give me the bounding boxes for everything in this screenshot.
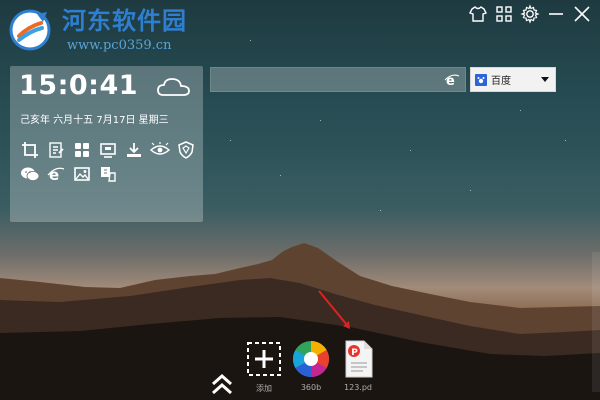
pdf-file-icon: P xyxy=(337,338,379,380)
ie-icon[interactable]: e xyxy=(46,164,66,184)
clock-widget: 15:0:41 己亥年 六月十五 7月17日 星期三 e xyxy=(10,66,203,222)
dropdown-arrow-icon xyxy=(541,77,549,82)
download-icon[interactable] xyxy=(124,140,144,160)
360-browser-icon xyxy=(290,338,332,380)
add-icon xyxy=(243,338,285,380)
dock-add-label: 添加 xyxy=(256,384,272,393)
eye-icon[interactable] xyxy=(150,140,170,160)
image-icon[interactable] xyxy=(72,164,92,184)
dock-pdf-file[interactable]: P 123.pd xyxy=(334,338,382,396)
dock-360-browser[interactable]: 360b xyxy=(287,338,335,396)
minimize-icon[interactable] xyxy=(546,4,566,24)
dock-add-button[interactable]: 添加 xyxy=(240,338,288,396)
tool-row-2: e xyxy=(20,164,118,184)
right-edge-scroll-area xyxy=(592,252,600,392)
ie-icon[interactable]: e xyxy=(444,72,460,88)
lunar-date-line: 己亥年 六月十五 7月17日 星期三 xyxy=(20,115,169,126)
notes-icon[interactable] xyxy=(46,140,66,160)
svg-text:P: P xyxy=(351,348,358,358)
gear-icon[interactable] xyxy=(520,4,540,24)
window-controls xyxy=(468,4,592,24)
search-engine-label: 百度 xyxy=(491,76,511,87)
tool-row-1 xyxy=(20,140,196,160)
wechat-icon[interactable] xyxy=(20,164,40,184)
clock-time: 15:0:41 xyxy=(19,70,139,101)
red-arrow-annotation xyxy=(318,290,350,329)
translate-icon[interactable] xyxy=(98,164,118,184)
double-chevron-up-icon[interactable] xyxy=(208,372,236,396)
baidu-icon xyxy=(475,73,487,86)
close-icon[interactable] xyxy=(572,4,592,24)
crop-icon[interactable] xyxy=(20,140,40,160)
shield-icon[interactable] xyxy=(176,140,196,160)
grid-icon[interactable] xyxy=(494,4,514,24)
screen-icon[interactable] xyxy=(98,140,118,160)
search-engine-select[interactable]: 百度 xyxy=(470,67,556,92)
logo-url: www.pc0359.cn xyxy=(67,37,172,53)
dock-pdf-label: 123.pd xyxy=(344,383,372,392)
dock-360-label: 360b xyxy=(300,383,322,392)
desktop-screen: 河东软件园 www.pc0359.cn 15:0:41 己亥年 六月十五 7月1… xyxy=(0,0,600,400)
search-input[interactable] xyxy=(211,68,441,91)
search-bar: e xyxy=(210,67,466,92)
brand-logo: 河东软件园 www.pc0359.cn xyxy=(6,6,187,54)
shirt-icon[interactable] xyxy=(468,4,488,24)
apps-icon[interactable] xyxy=(72,140,92,160)
logo-title: 河东软件园 xyxy=(62,5,187,35)
logo-mark-icon xyxy=(9,9,51,51)
cloud-icon xyxy=(157,78,190,96)
